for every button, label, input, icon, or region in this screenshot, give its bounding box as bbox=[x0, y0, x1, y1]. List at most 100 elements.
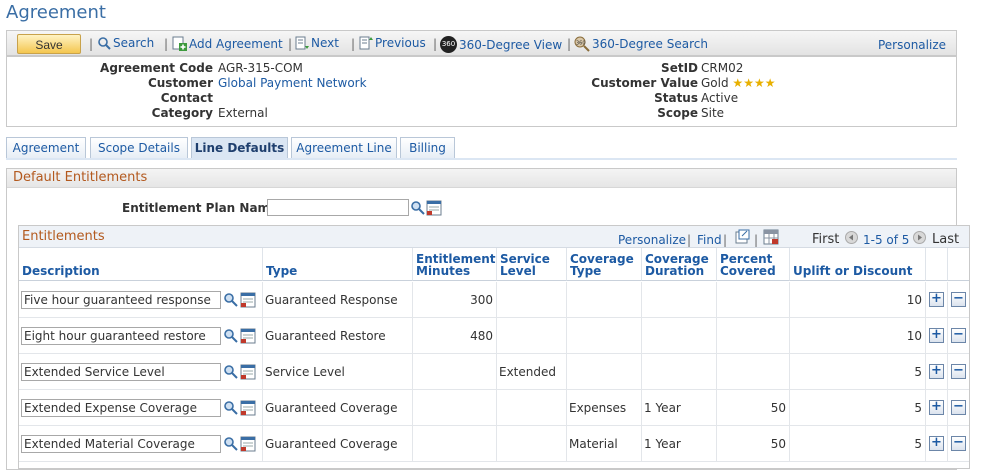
save-button[interactable]: Save bbox=[17, 34, 81, 54]
svg-text:360: 360 bbox=[576, 41, 586, 47]
scope-value: Site bbox=[701, 106, 725, 120]
column-header-uplift-or-discount[interactable]: Uplift or Discount bbox=[790, 248, 926, 281]
column-header-coverage-type[interactable]: Coverage Type bbox=[567, 248, 642, 281]
service-level-cell bbox=[497, 282, 567, 318]
toolbar-separator: | bbox=[164, 37, 169, 51]
default-entitlements-section: Default Entitlements Entitlement Plan Na… bbox=[6, 168, 970, 470]
tab-underline bbox=[6, 158, 957, 160]
minutes-cell bbox=[413, 426, 497, 462]
next-row-icon[interactable] bbox=[913, 231, 926, 244]
description-input[interactable]: Extended Material Coverage bbox=[21, 435, 221, 453]
tab-billing[interactable]: Billing bbox=[400, 137, 455, 159]
column-header-description[interactable]: Description bbox=[19, 248, 263, 281]
column-header-label: Coverage Duration bbox=[645, 252, 709, 278]
column-header-percent-covered[interactable]: Percent Covered bbox=[717, 248, 790, 281]
column-header-add bbox=[926, 248, 948, 281]
grid-separator: | bbox=[754, 233, 759, 247]
scope-label: Scope bbox=[657, 106, 698, 120]
add-row-button[interactable]: + bbox=[929, 436, 944, 451]
coverage-type-value: Material bbox=[569, 437, 618, 451]
delete-row-button[interactable]: − bbox=[951, 292, 966, 307]
tab-scope-details[interactable]: Scope Details bbox=[90, 137, 188, 159]
agreement-header: Agreement Code AGR-315-COM Customer Glob… bbox=[6, 56, 957, 127]
tab-line-defaults[interactable]: Line Defaults bbox=[191, 137, 288, 160]
lookup-icon[interactable] bbox=[223, 292, 239, 308]
customer-link[interactable]: Global Payment Network bbox=[218, 76, 367, 90]
lookup-icon[interactable] bbox=[223, 364, 239, 380]
grid-separator: | bbox=[687, 233, 692, 247]
lookup-icon[interactable] bbox=[223, 328, 239, 344]
percent-value: 50 bbox=[770, 437, 786, 451]
delete-row-button[interactable]: − bbox=[951, 364, 966, 379]
grid-first-label: First bbox=[812, 232, 840, 247]
grid-separator: | bbox=[723, 233, 728, 247]
delete-row-button[interactable]: − bbox=[951, 328, 966, 343]
download-spreadsheet-icon[interactable] bbox=[763, 229, 779, 245]
table-row: Eight hour guaranteed restore Guaranteed … bbox=[19, 318, 969, 354]
detail-icon[interactable] bbox=[240, 292, 256, 308]
uplift-cell: 5 bbox=[790, 426, 926, 462]
description-input[interactable]: Extended Expense Coverage bbox=[21, 399, 221, 417]
previous-row-icon[interactable] bbox=[845, 231, 858, 244]
coverage-duration-cell bbox=[642, 354, 717, 390]
description-input[interactable]: Five hour guaranteed response bbox=[21, 291, 221, 309]
column-header-type[interactable]: Type bbox=[263, 248, 413, 281]
description-input[interactable]: Extended Service Level bbox=[21, 363, 221, 381]
coverage-duration-value: 1 Year bbox=[644, 437, 681, 451]
entitlement-plan-name-label: Entitlement Plan Name bbox=[122, 201, 279, 215]
delete-row-button[interactable]: − bbox=[951, 400, 966, 415]
grid-find-link[interactable]: Find bbox=[697, 233, 722, 247]
delete-row-cell: − bbox=[948, 318, 969, 354]
column-header-coverage-duration[interactable]: Coverage Duration bbox=[642, 248, 717, 281]
360-degree-search-link[interactable]: 360 360-Degree Search bbox=[574, 36, 708, 52]
column-header-label: Percent Covered bbox=[720, 252, 776, 278]
lookup-icon[interactable] bbox=[410, 200, 426, 216]
next-link[interactable]: Next bbox=[295, 36, 339, 50]
add-row-button[interactable]: + bbox=[929, 328, 944, 343]
column-header-entitlement-minutes[interactable]: Entitlement Minutes bbox=[413, 248, 497, 281]
table-row: Five hour guaranteed response Guaranteed … bbox=[19, 282, 969, 318]
minutes-cell bbox=[413, 354, 497, 390]
detail-icon[interactable] bbox=[240, 436, 256, 452]
column-header-service-level[interactable]: Service Level bbox=[497, 248, 567, 281]
previous-list-icon bbox=[359, 36, 373, 50]
customer-value: Gold ★★★★ bbox=[701, 76, 775, 90]
column-header-label: Type bbox=[266, 264, 298, 278]
detail-icon[interactable] bbox=[240, 364, 256, 380]
360-degree-view-label: 360-Degree View bbox=[459, 37, 563, 52]
detail-icon[interactable] bbox=[240, 328, 256, 344]
delete-row-button[interactable]: − bbox=[951, 436, 966, 451]
delete-row-cell: − bbox=[948, 354, 969, 390]
service-level-value bbox=[497, 437, 499, 451]
lookup-icon[interactable] bbox=[223, 400, 239, 416]
table-row: Extended Expense Coverage Guaranteed Cove… bbox=[19, 390, 969, 426]
entitlement-plan-name-input[interactable] bbox=[267, 199, 409, 216]
setid-label: SetID bbox=[661, 61, 698, 75]
lookup-icon[interactable] bbox=[223, 436, 239, 452]
status-label: Status bbox=[654, 91, 698, 105]
previous-link[interactable]: Previous bbox=[359, 36, 426, 50]
coverage-duration-value bbox=[642, 365, 644, 379]
360-degree-view-link[interactable]: 360 360-Degree View bbox=[440, 36, 562, 53]
grid-personalize-link[interactable]: Personalize bbox=[618, 233, 686, 247]
coverage-type-value: Expenses bbox=[569, 401, 627, 415]
toolbar-separator: | bbox=[567, 37, 572, 51]
tab-agreement[interactable]: Agreement bbox=[6, 137, 86, 159]
add-row-button[interactable]: + bbox=[929, 292, 944, 307]
uplift-value: 10 bbox=[906, 293, 922, 307]
detail-icon[interactable] bbox=[240, 400, 256, 416]
description-input[interactable]: Eight hour guaranteed restore bbox=[21, 327, 221, 345]
add-row-button[interactable]: + bbox=[929, 364, 944, 379]
add-agreement-link[interactable]: Add Agreement bbox=[172, 36, 283, 51]
type-cell: Guaranteed Response bbox=[263, 282, 413, 318]
search-link[interactable]: Search bbox=[97, 36, 154, 50]
tab-agreement-line[interactable]: Agreement Line bbox=[291, 137, 397, 159]
column-header-label: Uplift or Discount bbox=[793, 264, 913, 278]
new-window-icon[interactable] bbox=[735, 229, 750, 244]
detail-icon[interactable] bbox=[426, 200, 442, 216]
toolbar-personalize-link[interactable]: Personalize bbox=[878, 38, 946, 52]
add-row-button[interactable]: + bbox=[929, 400, 944, 415]
next-label: Next bbox=[311, 36, 339, 50]
star-icon: ★ bbox=[732, 76, 744, 90]
coverage-type-cell: Material bbox=[567, 426, 642, 462]
